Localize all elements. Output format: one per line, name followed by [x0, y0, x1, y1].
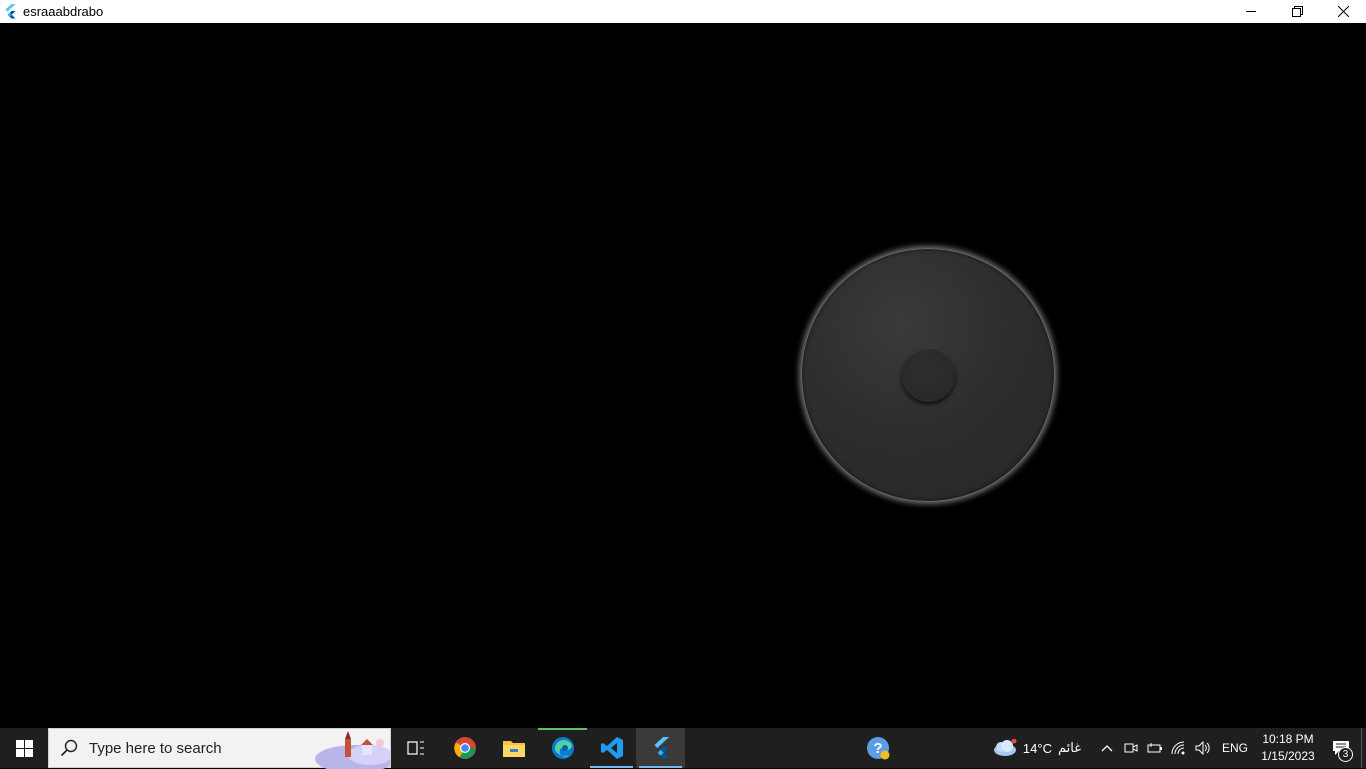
search-placeholder: Type here to search — [89, 739, 222, 757]
volume-icon — [1195, 741, 1210, 755]
edge-icon — [551, 737, 574, 759]
system-tray: 14°C غائم ENG 10:18 PM 1/15/2023 3 — [991, 728, 1366, 768]
close-button[interactable] — [1320, 0, 1366, 23]
app-canvas — [0, 23, 1366, 728]
taskbar-flutter-app[interactable] — [636, 728, 685, 768]
window-controls — [1228, 0, 1366, 23]
battery-icon — [1147, 743, 1162, 753]
taskbar-clock[interactable]: 10:18 PM 1/15/2023 — [1255, 731, 1321, 765]
show-desktop-button[interactable] — [1361, 728, 1366, 768]
wifi-icon — [1171, 741, 1185, 755]
chevron-up-icon — [1101, 745, 1113, 752]
help-icon[interactable]: ? — [866, 736, 890, 760]
close-icon — [1337, 6, 1349, 17]
tray-meet-now[interactable] — [1119, 728, 1143, 768]
weather-condition: غائم — [1057, 740, 1081, 755]
vscode-icon — [600, 737, 623, 759]
window-title-bar[interactable]: esraaabdrabo — [0, 0, 1366, 23]
minimize-icon — [1245, 11, 1256, 12]
tray-battery[interactable] — [1143, 728, 1167, 768]
tray-volume[interactable] — [1191, 728, 1215, 768]
cloud-icon — [993, 739, 1017, 756]
taskbar-search[interactable]: Type here to search — [48, 728, 391, 769]
flutter-icon — [653, 737, 669, 759]
input-language[interactable]: ENG — [1215, 741, 1255, 755]
start-button[interactable] — [0, 728, 48, 768]
camera-icon — [1124, 743, 1138, 753]
clock-time: 10:18 PM — [1262, 732, 1314, 746]
neumorphic-knob[interactable] — [801, 248, 1055, 502]
task-view-button[interactable] — [391, 728, 440, 768]
restore-icon — [1291, 6, 1303, 17]
action-center-button[interactable]: 3 — [1321, 728, 1361, 768]
notification-count-badge: 3 — [1338, 747, 1353, 762]
weather-widget[interactable]: 14°C غائم — [991, 739, 1081, 757]
clock-date: 1/15/2023 — [1261, 749, 1315, 763]
taskbar-file-explorer[interactable] — [489, 728, 538, 768]
taskbar-chrome[interactable] — [440, 728, 489, 768]
weather-temp: 14°C — [1022, 740, 1052, 756]
taskbar-vscode[interactable] — [587, 728, 636, 768]
knob-center-button[interactable] — [902, 349, 955, 402]
taskbar-edge[interactable] — [538, 728, 587, 768]
restore-button[interactable] — [1274, 0, 1320, 23]
chrome-icon — [453, 737, 476, 759]
flutter-app-icon — [4, 4, 18, 20]
tray-network[interactable] — [1167, 728, 1191, 768]
window-title: esraaabdrabo — [23, 4, 104, 19]
show-hidden-icons-button[interactable] — [1095, 728, 1119, 768]
windows-logo-icon — [15, 739, 33, 757]
minimize-button[interactable] — [1228, 0, 1274, 23]
search-highlight-illustration — [315, 731, 390, 769]
search-icon — [49, 728, 89, 768]
taskbar: Type here to search ? 14°C غائم ENG 10:1… — [0, 728, 1366, 769]
folder-icon — [502, 741, 525, 757]
task-view-icon — [406, 741, 424, 755]
